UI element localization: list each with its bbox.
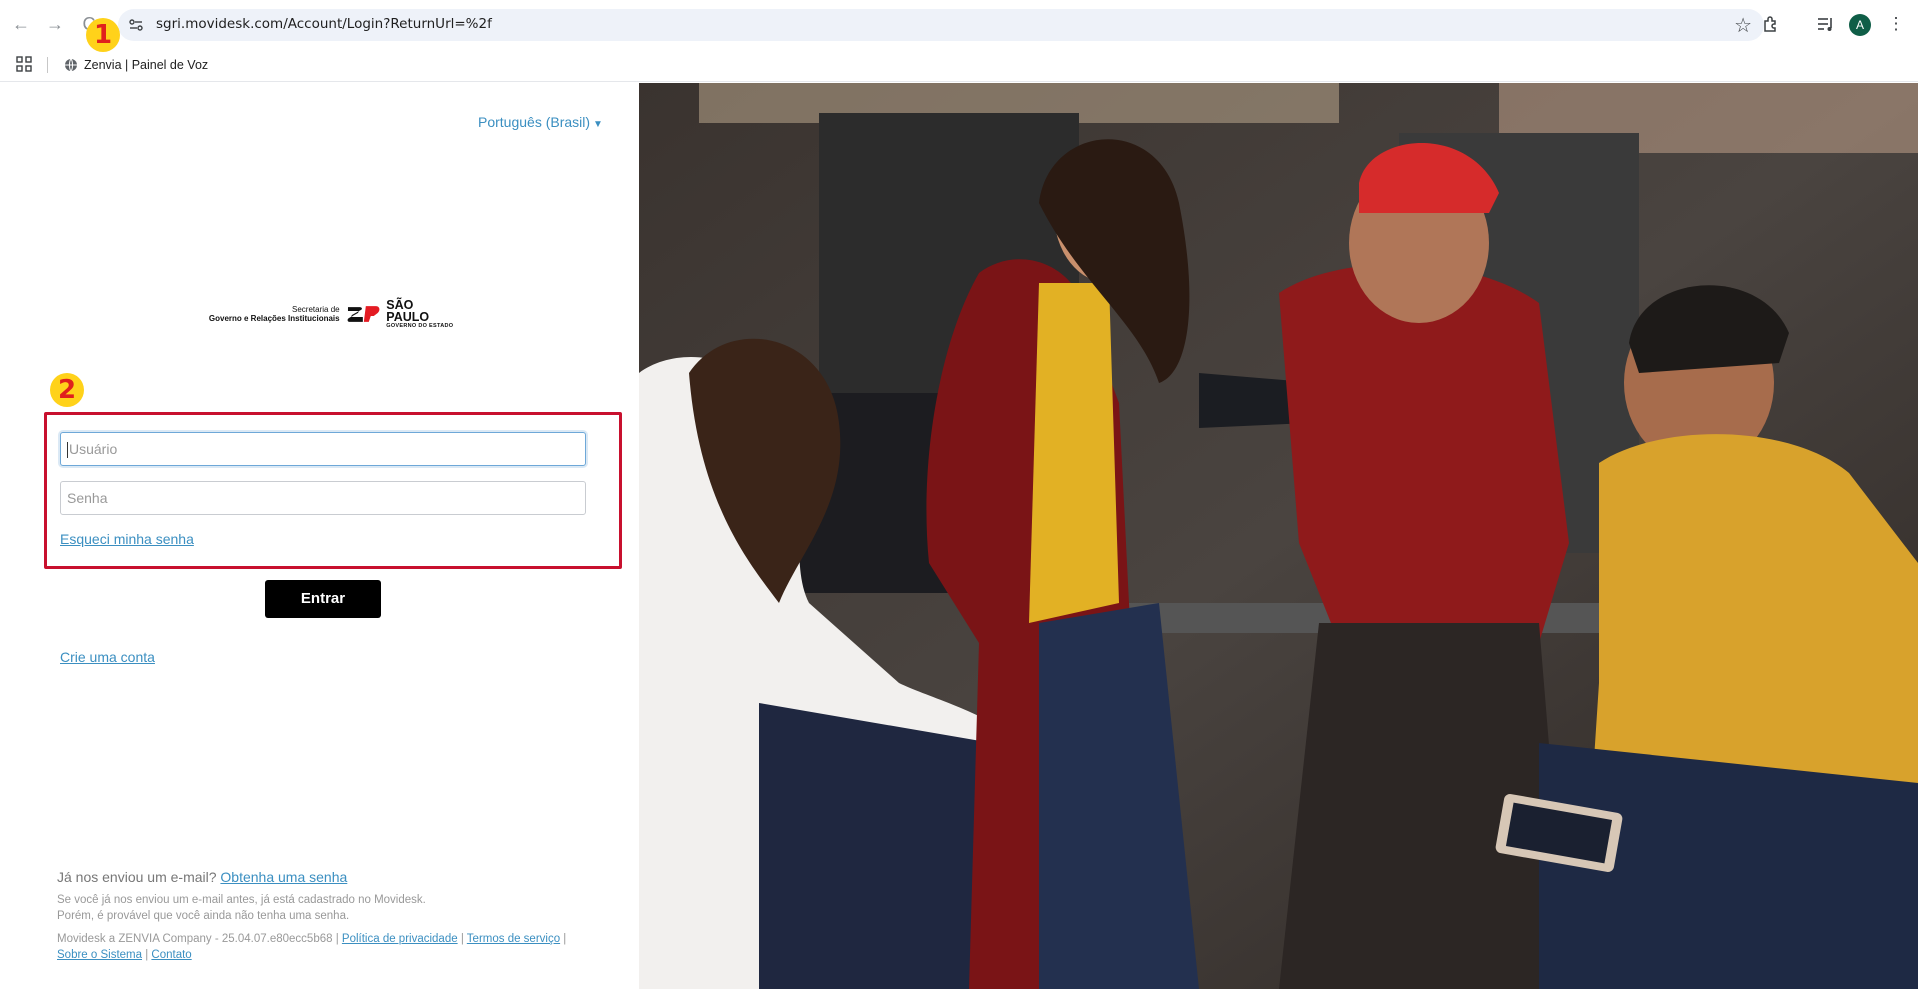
password-input[interactable]: Senha bbox=[60, 481, 586, 515]
language-label: Português (Brasil) bbox=[478, 114, 591, 130]
bookmark-zenvia[interactable]: Zenvia | Painel de Voz bbox=[64, 55, 208, 75]
globe-icon bbox=[65, 58, 77, 72]
caret-down-icon: ▼ bbox=[593, 119, 603, 130]
get-password-link[interactable]: Obtenha uma senha bbox=[220, 869, 347, 885]
address-bar[interactable]: sgri.movidesk.com/Account/Login?ReturnUr… bbox=[118, 9, 1764, 41]
bookmark-label: Zenvia | Painel de Voz bbox=[84, 58, 209, 72]
url-text: sgri.movidesk.com/Account/Login?ReturnUr… bbox=[156, 16, 492, 32]
bookmarks-divider bbox=[47, 57, 48, 73]
text-cursor bbox=[67, 442, 68, 459]
footer-question-text: Já nos enviou um e-mail? bbox=[57, 869, 217, 885]
contact-link[interactable]: Contato bbox=[151, 949, 191, 961]
organization-logo: Secretaria de Governo e Relações Institu… bbox=[189, 297, 459, 330]
logo-line1: Secretaria de bbox=[292, 305, 340, 314]
annotation-marker-1: 1 bbox=[86, 18, 120, 52]
bookmarks-bar: Zenvia | Painel de Voz bbox=[0, 48, 1918, 82]
username-placeholder: Usuário bbox=[69, 441, 118, 457]
privacy-link[interactable]: Política de privacidade bbox=[342, 933, 458, 945]
footer-note-line1: Se você já nos enviou um e-mail antes, j… bbox=[57, 894, 426, 906]
footer-question: Já nos enviou um e-mail? Obtenha uma sen… bbox=[57, 869, 347, 885]
about-link[interactable]: Sobre o Sistema bbox=[57, 949, 142, 961]
bookmark-star-icon[interactable]: ☆ bbox=[1734, 13, 1752, 38]
logo-state: SÃO PAULO bbox=[386, 297, 430, 324]
forgot-password-link[interactable]: Esqueci minha senha bbox=[60, 531, 194, 547]
site-settings-icon[interactable] bbox=[128, 17, 144, 33]
browser-toolbar: ← → C sgri.movidesk.com/Account/Login?Re… bbox=[0, 0, 1918, 48]
annotation-marker-2: 2 bbox=[50, 373, 84, 407]
login-panel: Português (Brasil) ▼ Secretaria de Govern… bbox=[0, 83, 639, 989]
create-account-link[interactable]: Crie uma conta bbox=[60, 649, 155, 665]
terms-link[interactable]: Termos de serviço bbox=[467, 933, 560, 945]
footer-note-line2: Porém, é provável que você ainda não ten… bbox=[57, 910, 350, 922]
logo-line2: Governo e Relações Institucionais bbox=[208, 314, 340, 323]
extensions-icon[interactable] bbox=[1759, 12, 1783, 36]
logo-state-text: SÃO PAULO GOVERNO DO ESTADO bbox=[386, 297, 459, 330]
language-selector[interactable]: Português (Brasil) ▼ bbox=[478, 114, 603, 130]
apps-grid-icon[interactable] bbox=[16, 56, 32, 72]
username-input[interactable]: Usuário bbox=[60, 432, 586, 466]
footer-links: Movidesk a ZENVIA Company - 25.04.07.e80… bbox=[57, 933, 567, 961]
footer-company: Movidesk a ZENVIA Company - 25.04.07.e80… bbox=[57, 933, 339, 945]
back-icon[interactable]: ← bbox=[9, 12, 33, 36]
hero-image bbox=[639, 83, 1918, 989]
menu-kebab-icon[interactable]: ⋮ bbox=[1884, 12, 1908, 36]
logo-secretaria-text: Secretaria de Governo e Relações Institu… bbox=[189, 305, 340, 323]
hero-illustration bbox=[639, 83, 1918, 989]
forward-icon[interactable]: → bbox=[43, 12, 67, 36]
enter-button[interactable]: Entrar bbox=[265, 580, 381, 618]
profile-avatar[interactable]: A bbox=[1849, 14, 1871, 36]
password-placeholder: Senha bbox=[67, 490, 108, 506]
logo-state-sub: GOVERNO DO ESTADO bbox=[386, 322, 454, 329]
sp-logo-icon bbox=[347, 306, 380, 322]
footer-note: Se você já nos enviou um e-mail antes, j… bbox=[57, 892, 426, 924]
media-control-icon[interactable] bbox=[1813, 12, 1837, 36]
